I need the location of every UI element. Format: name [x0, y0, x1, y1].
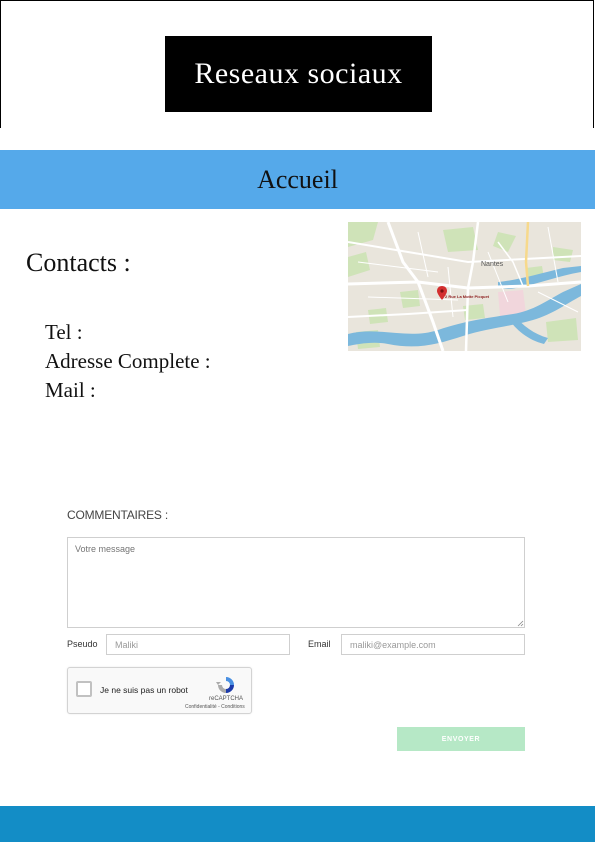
captcha-links[interactable]: Confidentialité - Conditions: [185, 704, 245, 710]
map-graphic: Nantes 2 Rue La Motte Picquet: [348, 222, 581, 351]
message-textarea[interactable]: [67, 537, 525, 628]
address-label: Adresse Complete :: [45, 349, 211, 373]
contacts-title: Contacts :: [26, 248, 131, 277]
resize-handle-icon[interactable]: [517, 620, 524, 627]
pseudo-placeholder: Maliki: [115, 639, 139, 650]
site-logo[interactable]: Reseaux sociaux: [165, 36, 432, 112]
navigation-bar: Accueil: [0, 150, 595, 209]
location-map[interactable]: Nantes 2 Rue La Motte Picquet: [348, 222, 581, 351]
email-placeholder: maliki@example.com: [350, 639, 436, 650]
captcha-checkbox[interactable]: [76, 681, 92, 697]
captcha-text: Je ne suis pas un robot: [100, 685, 188, 695]
map-marker-label: 2 Rue La Motte Picquet: [445, 294, 490, 299]
submit-button[interactable]: ENVOYER: [397, 727, 525, 751]
nav-link-home[interactable]: Accueil: [257, 165, 338, 195]
comments-label: COMMENTAIRES :: [67, 508, 168, 522]
email-input[interactable]: maliki@example.com: [341, 634, 525, 655]
map-city-label: Nantes: [481, 261, 504, 268]
tel-label: Tel :: [45, 320, 83, 344]
recaptcha-widget: Je ne suis pas un robot reCAPTCHA Confid…: [67, 667, 252, 714]
recaptcha-logo-icon: [216, 677, 234, 693]
pseudo-label: Pseudo: [67, 639, 98, 649]
contact-list: Tel : Adresse Complete : Mail :: [45, 318, 211, 405]
header: Reseaux sociaux: [0, 0, 594, 128]
captcha-brand: reCAPTCHA: [209, 696, 244, 702]
footer-bar: [0, 806, 595, 842]
email-label: Email: [308, 639, 331, 649]
mail-label: Mail :: [45, 378, 96, 402]
logo-text: Reseaux sociaux: [194, 57, 403, 90]
pseudo-input[interactable]: Maliki: [106, 634, 290, 655]
